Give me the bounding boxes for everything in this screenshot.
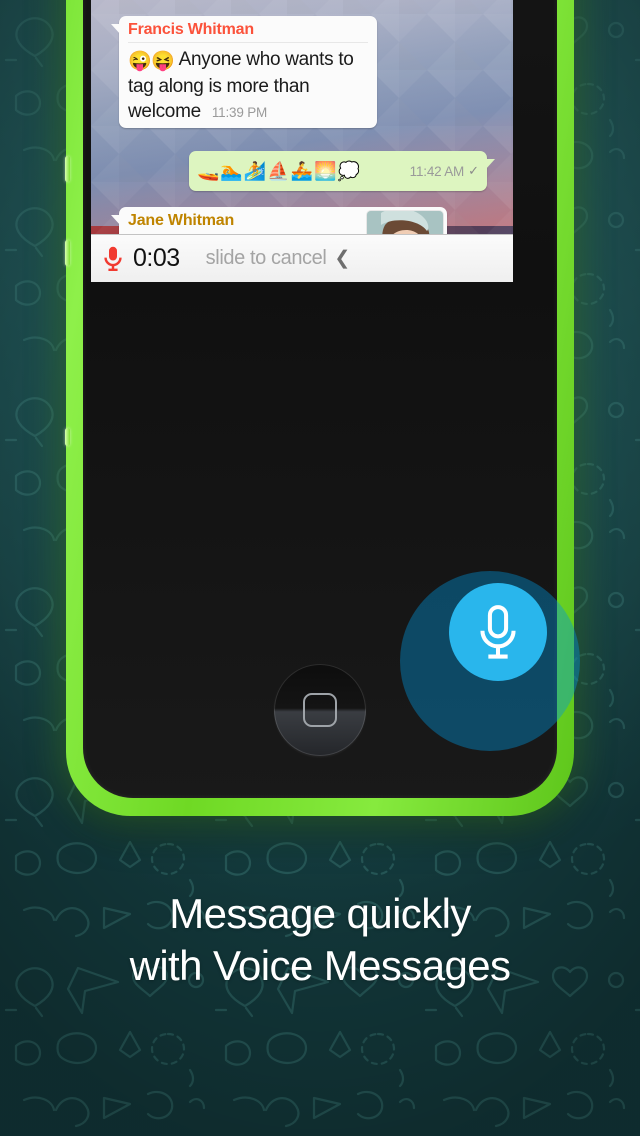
- volume-down-button[interactable]: [65, 240, 70, 266]
- phone-screen: 0:09 11:38 PM ✓ Francis Whitman 😜😝 Anyon…: [91, 0, 513, 282]
- home-button[interactable]: [274, 664, 366, 756]
- emoji-run: 🚤🏊🏄⛵🚣🌅💭: [197, 160, 361, 181]
- bubble-tail: [485, 159, 495, 170]
- message-sender-name: Francis Whitman: [128, 21, 254, 38]
- message-time: 11:39 PM: [211, 105, 268, 120]
- chat-conversation[interactable]: 0:09 11:38 PM ✓ Francis Whitman 😜😝 Anyon…: [91, 0, 513, 282]
- record-mic-icon: [103, 245, 123, 272]
- slide-to-cancel-hint[interactable]: slide to cancel ❮: [205, 247, 351, 270]
- bubble-tail: [111, 215, 121, 226]
- slide-to-cancel-label: slide to cancel: [205, 247, 327, 269]
- caption-line-1: Message quickly: [169, 890, 471, 937]
- caption-line-2: with Voice Messages: [129, 942, 511, 989]
- message-text: 😜😝 Anyone who wants to tag along is more…: [119, 43, 377, 128]
- home-square-icon: [303, 693, 337, 727]
- message-status-icon: ✓: [468, 163, 479, 178]
- bubble-tail: [111, 24, 121, 35]
- promo-caption: Message quickly with Voice Messages: [0, 888, 640, 992]
- emoji-run: 😜😝: [128, 51, 175, 72]
- record-timer: 0:03: [133, 244, 180, 272]
- record-mic-button[interactable]: [449, 583, 547, 681]
- voice-record-bar[interactable]: 0:03 slide to cancel ❮: [91, 234, 513, 282]
- chevron-left-icon: ❮: [334, 248, 350, 269]
- volume-up-button[interactable]: [65, 156, 70, 182]
- message-bubble-text-francis[interactable]: Francis Whitman 😜😝 Anyone who wants to t…: [111, 16, 377, 128]
- ring-silent-switch[interactable]: [65, 428, 70, 446]
- message-bubble-emoji-outgoing[interactable]: 🚤🏊🏄⛵🚣🌅💭 11:42 AM ✓: [189, 151, 495, 191]
- message-time: 11:42 AM: [409, 163, 465, 179]
